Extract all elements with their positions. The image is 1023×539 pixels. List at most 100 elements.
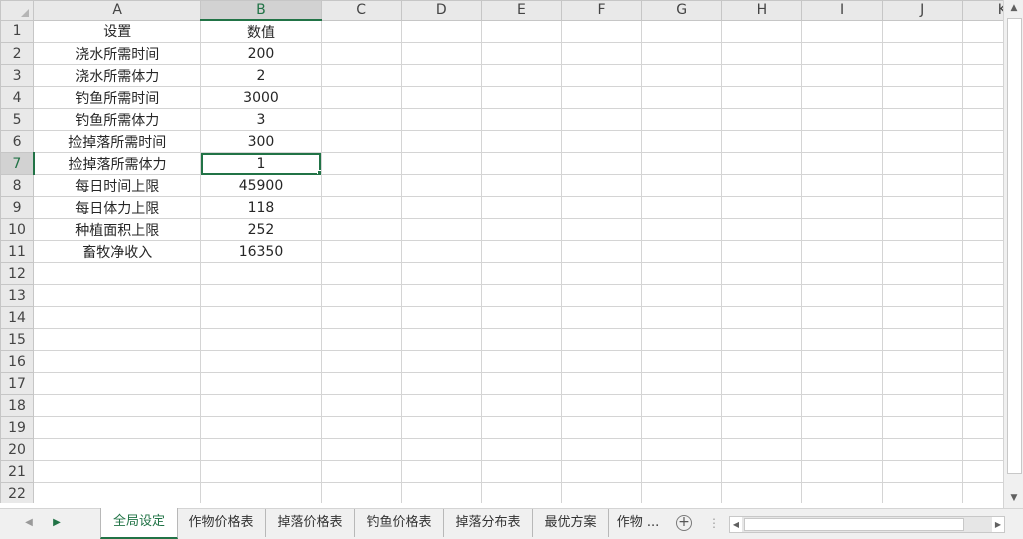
cell-setting-name[interactable]: 捡掉落所需体力	[33, 152, 202, 175]
row-header[interactable]: 14	[0, 306, 35, 329]
empty-cell[interactable]	[400, 328, 482, 351]
row-header[interactable]: 15	[0, 328, 35, 351]
empty-cell[interactable]	[561, 350, 643, 373]
empty-cell[interactable]	[801, 196, 883, 219]
empty-cell[interactable]	[801, 218, 883, 241]
empty-cell[interactable]	[641, 152, 723, 175]
empty-cell[interactable]	[320, 64, 402, 87]
empty-cell[interactable]	[881, 460, 963, 483]
row-header[interactable]: 4	[0, 86, 35, 109]
prev-sheet-icon[interactable]: ◀	[18, 509, 40, 537]
empty-cell[interactable]	[480, 416, 563, 439]
empty-cell[interactable]	[561, 262, 643, 285]
vertical-scrollbar[interactable]: ▲ ▼	[1003, 0, 1023, 511]
empty-cell[interactable]	[721, 460, 803, 483]
empty-cell[interactable]	[641, 416, 723, 439]
empty-cell[interactable]	[961, 64, 1003, 87]
empty-cell[interactable]	[561, 152, 643, 175]
scroll-down-icon[interactable]: ▼	[1004, 490, 1023, 507]
empty-cell[interactable]	[320, 438, 402, 461]
column-header-f[interactable]: F	[561, 0, 643, 21]
empty-cell[interactable]	[641, 482, 723, 503]
empty-cell[interactable]	[641, 108, 723, 131]
empty-cell[interactable]	[561, 438, 643, 461]
column-header-h[interactable]: H	[721, 0, 803, 21]
empty-cell[interactable]	[721, 372, 803, 395]
empty-cell[interactable]	[641, 306, 723, 329]
empty-cell[interactable]	[881, 284, 963, 307]
empty-cell[interactable]	[641, 218, 723, 241]
empty-cell[interactable]	[801, 350, 883, 373]
cell-setting-value[interactable]	[200, 328, 322, 351]
empty-cell[interactable]	[961, 372, 1003, 395]
empty-cell[interactable]	[480, 284, 563, 307]
cell-setting-name[interactable]: 浇水所需体力	[33, 64, 202, 87]
empty-cell[interactable]	[881, 174, 963, 197]
empty-cell[interactable]	[721, 86, 803, 109]
empty-cell[interactable]	[320, 152, 402, 175]
empty-cell[interactable]	[561, 460, 643, 483]
row-header[interactable]: 7	[0, 152, 35, 175]
empty-cell[interactable]	[961, 108, 1003, 131]
empty-cell[interactable]	[721, 350, 803, 373]
column-header-d[interactable]: D	[400, 0, 482, 21]
cell-setting-name[interactable]: 畜牧净收入	[33, 240, 202, 263]
empty-cell[interactable]	[881, 438, 963, 461]
tab-optimal-plan[interactable]: 最优方案	[533, 509, 609, 537]
empty-cell[interactable]	[801, 328, 883, 351]
cell-setting-value[interactable]	[200, 460, 322, 483]
empty-cell[interactable]	[320, 218, 402, 241]
empty-cell[interactable]	[561, 306, 643, 329]
row-header[interactable]: 21	[0, 460, 35, 483]
empty-cell[interactable]	[881, 482, 963, 503]
empty-cell[interactable]	[641, 438, 723, 461]
cell-setting-name[interactable]: 钓鱼所需时间	[33, 86, 202, 109]
empty-cell[interactable]	[881, 372, 963, 395]
empty-cell[interactable]	[561, 196, 643, 219]
empty-cell[interactable]	[881, 240, 963, 263]
empty-cell[interactable]	[801, 19, 883, 43]
empty-cell[interactable]	[320, 284, 402, 307]
tab-split-handle-icon[interactable]: ⋮	[708, 509, 720, 537]
select-all-corner[interactable]	[0, 0, 35, 21]
empty-cell[interactable]	[480, 306, 563, 329]
cell-setting-value[interactable]	[200, 438, 322, 461]
cell-setting-value[interactable]: 16350	[200, 240, 322, 263]
row-header[interactable]: 17	[0, 372, 35, 395]
empty-cell[interactable]	[641, 42, 723, 65]
tab-more[interactable]: 作物 ...	[609, 509, 667, 537]
cell-setting-name[interactable]	[33, 262, 202, 285]
add-sheet-icon[interactable]: +	[676, 515, 692, 531]
cell-setting-value[interactable]	[200, 416, 322, 439]
empty-cell[interactable]	[561, 284, 643, 307]
empty-cell[interactable]	[801, 460, 883, 483]
empty-cell[interactable]	[881, 108, 963, 131]
empty-cell[interactable]	[961, 174, 1003, 197]
row-header[interactable]: 10	[0, 218, 35, 241]
row-header[interactable]: 18	[0, 394, 35, 417]
empty-cell[interactable]	[721, 394, 803, 417]
empty-cell[interactable]	[961, 262, 1003, 285]
empty-cell[interactable]	[320, 108, 402, 131]
empty-cell[interactable]	[320, 328, 402, 351]
empty-cell[interactable]	[400, 460, 482, 483]
empty-cell[interactable]	[881, 152, 963, 175]
empty-cell[interactable]	[480, 262, 563, 285]
empty-cell[interactable]	[400, 306, 482, 329]
cell-setting-name[interactable]: 每日时间上限	[33, 174, 202, 197]
empty-cell[interactable]	[641, 130, 723, 153]
empty-cell[interactable]	[400, 174, 482, 197]
empty-cell[interactable]	[881, 64, 963, 87]
cell-setting-name[interactable]	[33, 284, 202, 307]
empty-cell[interactable]	[801, 130, 883, 153]
cell-setting-name[interactable]	[33, 482, 202, 503]
empty-cell[interactable]	[641, 372, 723, 395]
empty-cell[interactable]	[561, 240, 643, 263]
empty-cell[interactable]	[641, 240, 723, 263]
empty-cell[interactable]	[480, 218, 563, 241]
cell-setting-value[interactable]: 2	[200, 64, 322, 87]
row-header[interactable]: 1	[0, 19, 35, 43]
tab-fishing-prices[interactable]: 钓鱼价格表	[355, 509, 444, 537]
empty-cell[interactable]	[881, 350, 963, 373]
empty-cell[interactable]	[721, 218, 803, 241]
